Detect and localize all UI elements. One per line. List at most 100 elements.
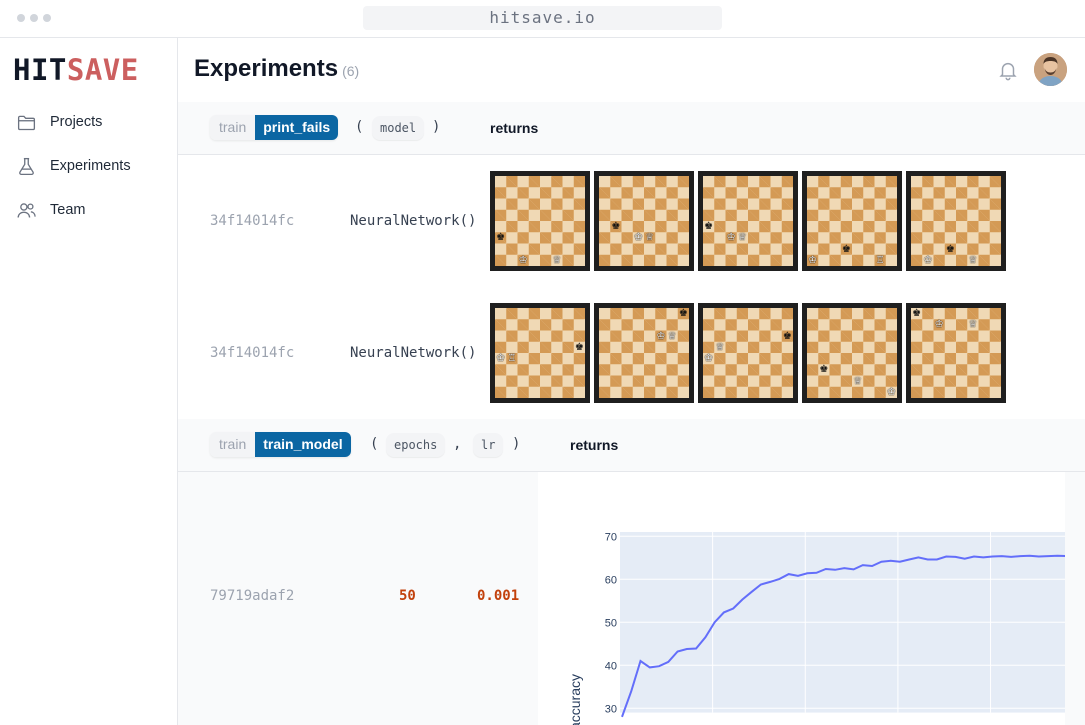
folder-icon xyxy=(16,112,37,133)
y-axis-label: accuracy xyxy=(567,674,583,725)
close-paren: ) xyxy=(432,119,440,135)
logo-hit: HIT xyxy=(13,53,67,87)
chess-piece: ♕ xyxy=(644,232,655,243)
module-name: train xyxy=(210,115,255,140)
table-row[interactable]: 34f14014fc NeuralNetwork() ♔♖♚♔♕♚♔♕♚♚♕♔♚… xyxy=(178,288,1085,419)
chess-board-squares: ♔♕♚ xyxy=(599,308,689,398)
chess-piece: ♚ xyxy=(841,244,852,255)
open-paren: ( xyxy=(370,436,378,452)
chess-board-squares: ♔♖♚ xyxy=(495,308,585,398)
table-row[interactable]: 79719adaf2 50 0.001 3040506070accuracy xyxy=(178,472,1085,725)
window-dot-icon[interactable] xyxy=(30,14,38,22)
chess-piece: ♕ xyxy=(967,319,978,330)
chess-piece: ♔ xyxy=(518,255,529,266)
chess-piece: ♚ xyxy=(911,308,922,319)
arg-model[interactable]: model xyxy=(372,116,424,140)
chess-piece: ♔ xyxy=(726,232,737,243)
chess-board-squares: ♚♔♕ xyxy=(911,308,1001,398)
table-row[interactable]: 34f14014fc NeuralNetwork() ♚♔♕♚♔♕♚♔♕♔♚♖♔… xyxy=(178,156,1085,288)
window-dot-icon[interactable] xyxy=(43,14,51,22)
chess-board: ♔ ♚ ♖ xyxy=(802,171,902,271)
module-name: train xyxy=(210,432,255,457)
chess-piece: ♔ xyxy=(703,353,714,364)
users-icon xyxy=(16,200,37,221)
logo[interactable]: HITSAVE xyxy=(13,53,139,87)
chess-piece: ♖ xyxy=(875,255,886,266)
top-bar: Experiments(6) xyxy=(178,38,1085,102)
close-paren: ) xyxy=(512,436,520,452)
y-tick-label: 40 xyxy=(605,660,617,672)
epochs-value: 50 xyxy=(399,588,416,604)
function-tag[interactable]: train print_fails xyxy=(210,115,338,140)
chess-board: ♚♔♕ xyxy=(906,303,1006,403)
open-paren: ( xyxy=(355,119,363,135)
chess-board: ♚♕♔ xyxy=(802,303,902,403)
experiment-hash[interactable]: 79719adaf2 xyxy=(210,588,294,604)
bell-icon[interactable] xyxy=(997,59,1019,81)
chess-board: ♚ ♔♕ xyxy=(698,171,798,271)
sidebar-nav: Projects Experiments Team xyxy=(0,100,178,232)
sidebar-item-label: Team xyxy=(50,202,85,218)
comma: , xyxy=(453,436,461,452)
returns-label: returns xyxy=(570,437,618,453)
chess-board-list: ♚♔♕♚♔♕♚♔♕♔♚♖♔♚♕ xyxy=(490,171,1006,271)
accuracy-chart[interactable]: 3040506070accuracy xyxy=(538,472,1065,725)
chess-board-squares: ♚♔♕ xyxy=(495,176,585,266)
function-header-train-model: train train_model ( epochs , lr ) return… xyxy=(178,419,1085,472)
chess-board: ♚ ♔♕ xyxy=(594,171,694,271)
function-name: print_fails xyxy=(255,115,338,140)
arg-epochs[interactable]: epochs xyxy=(386,433,445,457)
window-dot-icon[interactable] xyxy=(17,14,25,22)
avatar[interactable] xyxy=(1034,53,1067,86)
function-tag[interactable]: train train_model xyxy=(210,432,351,457)
chess-piece: ♕ xyxy=(667,331,678,342)
returns-label: returns xyxy=(490,120,538,136)
chess-piece: ♚ xyxy=(945,244,956,255)
lr-value: 0.001 xyxy=(477,588,519,604)
chess-piece: ♚ xyxy=(610,221,621,232)
window-controls xyxy=(17,14,51,22)
sidebar-item-experiments[interactable]: Experiments xyxy=(0,144,178,188)
experiment-hash[interactable]: 34f14014fc xyxy=(210,213,294,229)
chess-board-squares: ♚ ♔♕ xyxy=(599,176,689,266)
chess-piece: ♔ xyxy=(495,353,506,364)
y-tick-label: 60 xyxy=(605,574,617,586)
chess-board-squares: ♚ ♔♕ xyxy=(703,176,793,266)
chess-piece: ♔ xyxy=(633,232,644,243)
chess-piece: ♕ xyxy=(967,255,978,266)
chess-board: ♔♕ ♚ xyxy=(698,303,798,403)
chess-piece: ♕ xyxy=(737,232,748,243)
page-title: Experiments(6) xyxy=(194,55,359,83)
function-header-print-fails: train print_fails ( model ) returns xyxy=(178,102,1085,155)
chess-piece: ♔ xyxy=(922,255,933,266)
sidebar-item-projects[interactable]: Projects xyxy=(0,100,178,144)
chess-board: ♔♕♚ xyxy=(594,303,694,403)
sidebar: HITSAVE Projects Experiments Team xyxy=(0,38,178,725)
chess-piece: ♕ xyxy=(551,255,562,266)
browser-chrome: hitsave.io xyxy=(0,0,1085,38)
chess-piece: ♔ xyxy=(655,331,666,342)
sidebar-item-label: Projects xyxy=(50,114,102,130)
logo-save: SAVE xyxy=(67,53,139,87)
chess-board: ♔♖♚ xyxy=(490,303,590,403)
model-value: NeuralNetwork() xyxy=(350,345,476,361)
avatar-image xyxy=(1034,53,1067,86)
y-tick-label: 70 xyxy=(605,531,617,543)
flask-icon xyxy=(16,156,37,177)
experiment-count: (6) xyxy=(342,63,359,79)
chess-piece: ♚ xyxy=(703,221,714,232)
main-content: Experiments(6) train print_fails ( model… xyxy=(178,38,1085,725)
chess-piece: ♕ xyxy=(714,342,725,353)
address-bar[interactable]: hitsave.io xyxy=(363,6,722,30)
accuracy-chart-svg: 3040506070accuracy xyxy=(538,472,1065,725)
chess-piece: ♔ xyxy=(807,255,818,266)
experiment-hash[interactable]: 34f14014fc xyxy=(210,345,294,361)
chess-board-list: ♔♖♚♔♕♚♔♕♚♚♕♔♚♔♕ xyxy=(490,303,1006,403)
y-tick-label: 30 xyxy=(605,703,617,715)
chess-piece: ♕ xyxy=(852,376,863,387)
sidebar-item-team[interactable]: Team xyxy=(0,188,178,232)
chess-piece: ♚ xyxy=(574,342,585,353)
chess-board-squares: ♔♕ ♚ xyxy=(703,308,793,398)
arg-lr[interactable]: lr xyxy=(473,433,503,457)
chess-piece: ♚ xyxy=(782,331,793,342)
